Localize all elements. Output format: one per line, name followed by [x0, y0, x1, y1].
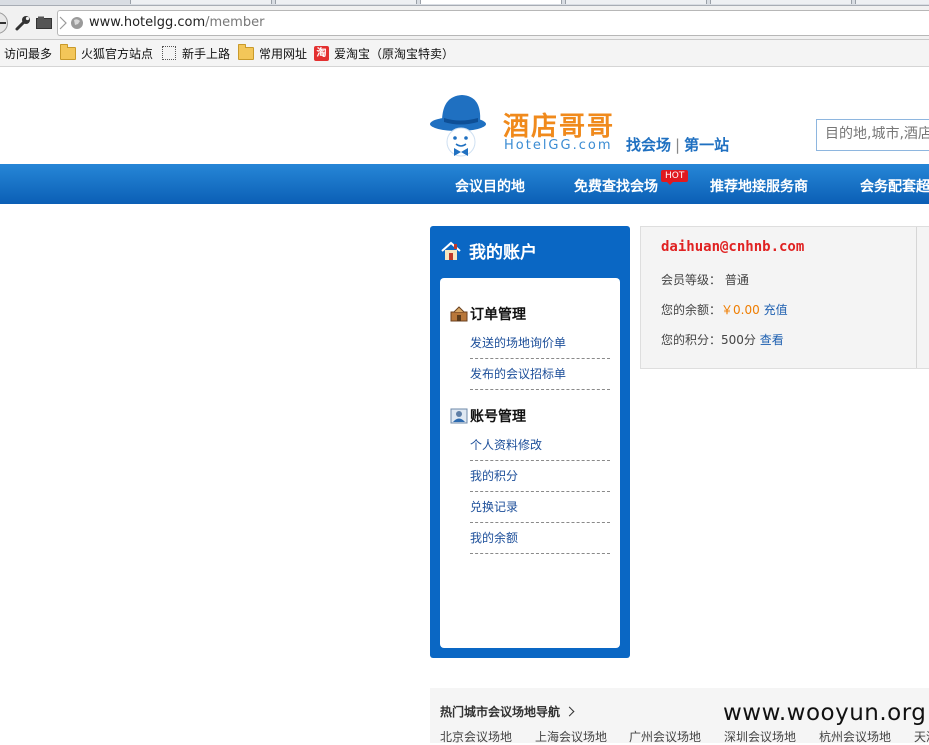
taobao-icon: 淘	[314, 45, 329, 61]
section-title: 订单管理	[470, 307, 526, 323]
back-button[interactable]	[0, 12, 8, 34]
bookmark-label: 火狐官方站点	[81, 46, 154, 61]
site-search-input[interactable]	[817, 120, 929, 148]
panel-divider	[916, 227, 917, 368]
view-points-link[interactable]: 查看	[760, 333, 784, 347]
logo-tagline: 找会场 | 第一站	[626, 134, 729, 155]
city-link-shanghai[interactable]: 上海会议场地	[535, 728, 607, 745]
hot-cities-title-text: 热门城市会议场地导航	[440, 705, 561, 719]
account-sidebar: 我的账户 订单管理 发送的场地询价单 发布的会议招标单 账号管理 个人资料修改 …	[430, 226, 630, 658]
main-nav: 会议目的地 免费查找会场 推荐地接服务商 会务配套超	[0, 164, 929, 204]
bookmark-common-sites[interactable]: 常用网址	[238, 43, 308, 61]
menu-link-edit-profile[interactable]: 个人资料修改	[470, 430, 610, 461]
section-title: 账号管理	[470, 409, 526, 425]
folder-icon	[238, 43, 254, 60]
balance-row: 您的余额：￥0.00 充值	[661, 301, 788, 318]
sidebar-header: 我的账户	[440, 238, 537, 263]
globe-icon	[71, 17, 83, 29]
url-field[interactable]: www.hotelgg.com/member	[57, 10, 929, 36]
url-text: www.hotelgg.com/member	[89, 15, 264, 30]
bookmark-label: 访问最多	[4, 46, 53, 61]
section-order-management: 订单管理	[450, 304, 526, 324]
page-icon[interactable]	[36, 16, 52, 29]
member-level-value: 普通	[724, 273, 749, 287]
recharge-link[interactable]: 充值	[764, 303, 788, 317]
wrench-icon[interactable]	[14, 14, 32, 32]
logo-english-name: HotelGG.com	[504, 138, 613, 153]
bookmark-getting-started[interactable]: 新手上路	[162, 45, 230, 61]
sidebar-title: 我的账户	[469, 243, 537, 263]
url-path: /member	[205, 15, 265, 30]
bookmark-most-visited[interactable]: 访问最多	[4, 45, 52, 61]
menu-link-published-tenders[interactable]: 发布的会议招标单	[470, 359, 610, 390]
tagline-part-b: 第一站	[684, 136, 730, 154]
nav-item-service-providers[interactable]: 推荐地接服务商	[710, 176, 808, 196]
balance-value: ￥0.00	[721, 303, 760, 317]
browser-tab[interactable]	[565, 0, 707, 4]
bookmark-label: 新手上路	[182, 46, 231, 61]
chevron-right-icon	[564, 706, 575, 717]
section-account-management: 账号管理	[450, 406, 526, 426]
city-link-tianjin[interactable]: 天津	[914, 728, 929, 745]
city-link-hangzhou[interactable]: 杭州会议场地	[819, 728, 891, 745]
city-link-beijing[interactable]: 北京会议场地	[440, 728, 512, 745]
browser-tab[interactable]	[130, 0, 272, 4]
member-level-label: 会员等级：	[661, 273, 722, 287]
nav-item-conference-support[interactable]: 会务配套超	[860, 176, 929, 196]
hot-badge: HOT	[661, 170, 689, 185]
bookmark-label: 爱淘宝（原淘宝特卖）	[334, 46, 455, 61]
tagline-separator: |	[675, 136, 681, 154]
points-value: 500分	[721, 333, 756, 347]
dotted-icon	[162, 46, 176, 60]
order-icon	[450, 306, 468, 322]
browser-tab[interactable]	[855, 0, 929, 4]
folder-icon	[60, 43, 76, 60]
browser-tab-active[interactable]	[420, 0, 562, 4]
sidebar-menu-panel: 订单管理 发送的场地询价单 发布的会议招标单 账号管理 个人资料修改 我的积分 …	[440, 278, 620, 648]
nav-item-destinations[interactable]: 会议目的地	[455, 176, 525, 196]
menu-link-redemption-history[interactable]: 兑换记录	[470, 492, 610, 523]
watermark: www.wooyun.org	[723, 700, 927, 726]
browser-tab[interactable]	[275, 0, 417, 4]
hot-cities-title[interactable]: 热门城市会议场地导航	[440, 703, 575, 720]
balance-label: 您的余额：	[661, 303, 722, 317]
browser-tab[interactable]	[710, 0, 852, 4]
user-email: daihuan@cnhnb.com	[661, 239, 805, 255]
points-row: 您的积分：500分 查看	[661, 331, 784, 348]
address-bar-row: www.hotelgg.com/member	[0, 6, 929, 40]
city-link-shenzhen[interactable]: 深圳会议场地	[724, 728, 796, 745]
url-host: www.hotelgg.com	[89, 15, 206, 30]
nav-item-find-venue[interactable]: 免费查找会场	[574, 176, 658, 196]
user-card-icon	[450, 408, 468, 424]
site-search-box	[816, 119, 929, 151]
bookmarks-bar: 访问最多 火狐官方站点 新手上路 常用网址 淘 爱淘宝（原淘宝特卖）	[0, 40, 929, 67]
city-link-guangzhou[interactable]: 广州会议场地	[629, 728, 701, 745]
dropdown-arrow-icon	[59, 16, 67, 30]
menu-link-my-points[interactable]: 我的积分	[470, 461, 610, 492]
bookmark-label: 常用网址	[259, 46, 308, 61]
menu-link-sent-inquiries[interactable]: 发送的场地询价单	[470, 328, 610, 359]
mascot-hat-icon	[430, 95, 486, 157]
menu-link-my-balance[interactable]: 我的余额	[470, 523, 610, 554]
account-info-panel: daihuan@cnhnb.com 会员等级： 普通 您的余额：￥0.00 充值…	[640, 226, 929, 369]
member-level-row: 会员等级： 普通	[661, 271, 749, 288]
bookmark-aitaobao[interactable]: 淘 爱淘宝（原淘宝特卖）	[314, 45, 454, 61]
points-label: 您的积分：	[661, 333, 722, 347]
bookmark-firefox-site[interactable]: 火狐官方站点	[60, 43, 154, 61]
home-icon	[441, 241, 461, 260]
tagline-part-a: 找会场	[626, 136, 672, 154]
